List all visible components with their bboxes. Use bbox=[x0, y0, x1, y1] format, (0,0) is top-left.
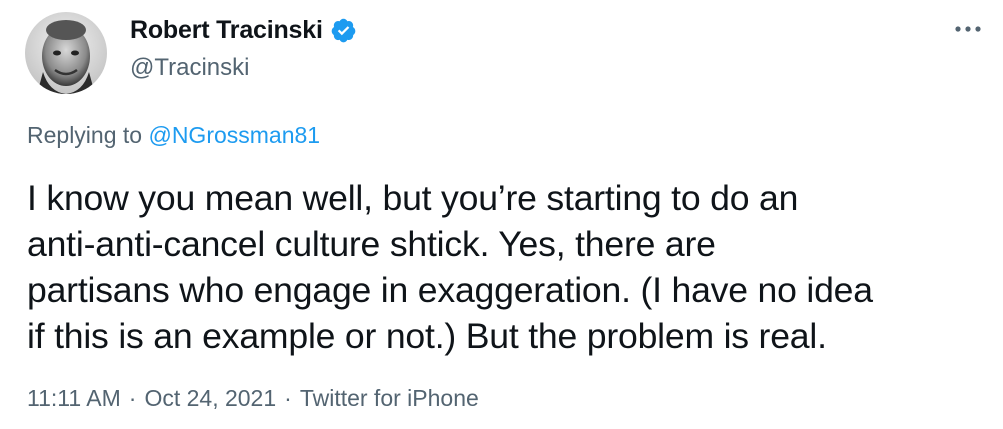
name-row: Robert Tracinski bbox=[130, 12, 357, 48]
user-avatar-photo-icon bbox=[25, 12, 107, 94]
tweet-date[interactable]: Oct 24, 2021 bbox=[144, 385, 276, 412]
reply-mention-link[interactable]: @NGrossman81 bbox=[148, 122, 320, 148]
verified-badge-icon bbox=[330, 17, 357, 44]
author-display-name[interactable]: Robert Tracinski bbox=[130, 16, 323, 45]
tweet-card: Robert Tracinski @Tracinski Replying to … bbox=[0, 0, 1003, 429]
tweet-time[interactable]: 11:11 AM bbox=[27, 385, 121, 412]
author-handle[interactable]: @Tracinski bbox=[130, 54, 357, 82]
author-block: Robert Tracinski @Tracinski bbox=[130, 12, 357, 82]
replying-to-prefix: Replying to bbox=[27, 122, 149, 148]
tweet-text: I know you mean well, but you’re startin… bbox=[27, 175, 987, 359]
tweet-text-line: I know you mean well, but you’re startin… bbox=[27, 178, 799, 218]
avatar[interactable] bbox=[25, 12, 107, 94]
tweet-text-line: if this is an example or not.) But the p… bbox=[27, 316, 827, 356]
tweet-text-line: partisans who engage in exaggeration. (I… bbox=[27, 270, 873, 310]
tweet-source[interactable]: Twitter for iPhone bbox=[300, 385, 479, 412]
tweet-metadata: 11:11 AM · Oct 24, 2021 · Twitter for iP… bbox=[27, 385, 479, 412]
replying-to: Replying to @NGrossman81 bbox=[27, 122, 320, 149]
meta-separator: · bbox=[128, 385, 137, 411]
tweet-text-line: anti-anti-cancel culture shtick. Yes, th… bbox=[27, 224, 716, 264]
more-options-icon[interactable] bbox=[953, 18, 983, 40]
meta-separator: · bbox=[284, 385, 292, 411]
